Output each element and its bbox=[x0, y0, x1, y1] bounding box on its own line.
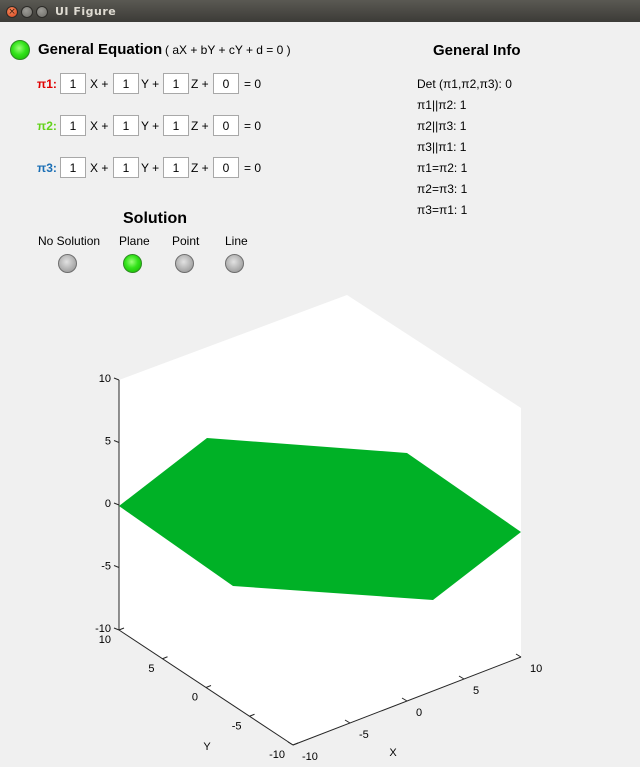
axis-tick bbox=[113, 377, 120, 381]
z-tick-label: 5 bbox=[105, 436, 111, 448]
x-tick-label: -10 bbox=[302, 751, 318, 763]
x-tick-label: 10 bbox=[530, 663, 542, 675]
axis-tick bbox=[113, 440, 120, 443]
x-axis-label: X bbox=[389, 747, 397, 759]
y-tick-label: 10 bbox=[99, 634, 111, 646]
y-tick-label: -10 bbox=[269, 749, 285, 761]
y-tick-label: 5 bbox=[148, 663, 154, 675]
axis-tick bbox=[113, 565, 120, 568]
y-tick-label: -5 bbox=[232, 720, 242, 732]
x-tick-label: 5 bbox=[473, 685, 479, 697]
y-tick-label: 0 bbox=[192, 692, 198, 704]
z-tick-label: 0 bbox=[105, 498, 111, 510]
axis-tick bbox=[113, 502, 120, 506]
axis-tick bbox=[113, 627, 120, 631]
x-tick-label: 0 bbox=[416, 707, 422, 719]
x-tick-label: -5 bbox=[359, 729, 369, 741]
y-axis-label: Y bbox=[203, 741, 211, 753]
z-tick-label: -5 bbox=[101, 561, 111, 573]
z-tick-label: 10 bbox=[99, 373, 111, 385]
plane-3d-plot[interactable]: 1050-5-101050-5-10 -10-50510 X Y bbox=[0, 0, 640, 767]
